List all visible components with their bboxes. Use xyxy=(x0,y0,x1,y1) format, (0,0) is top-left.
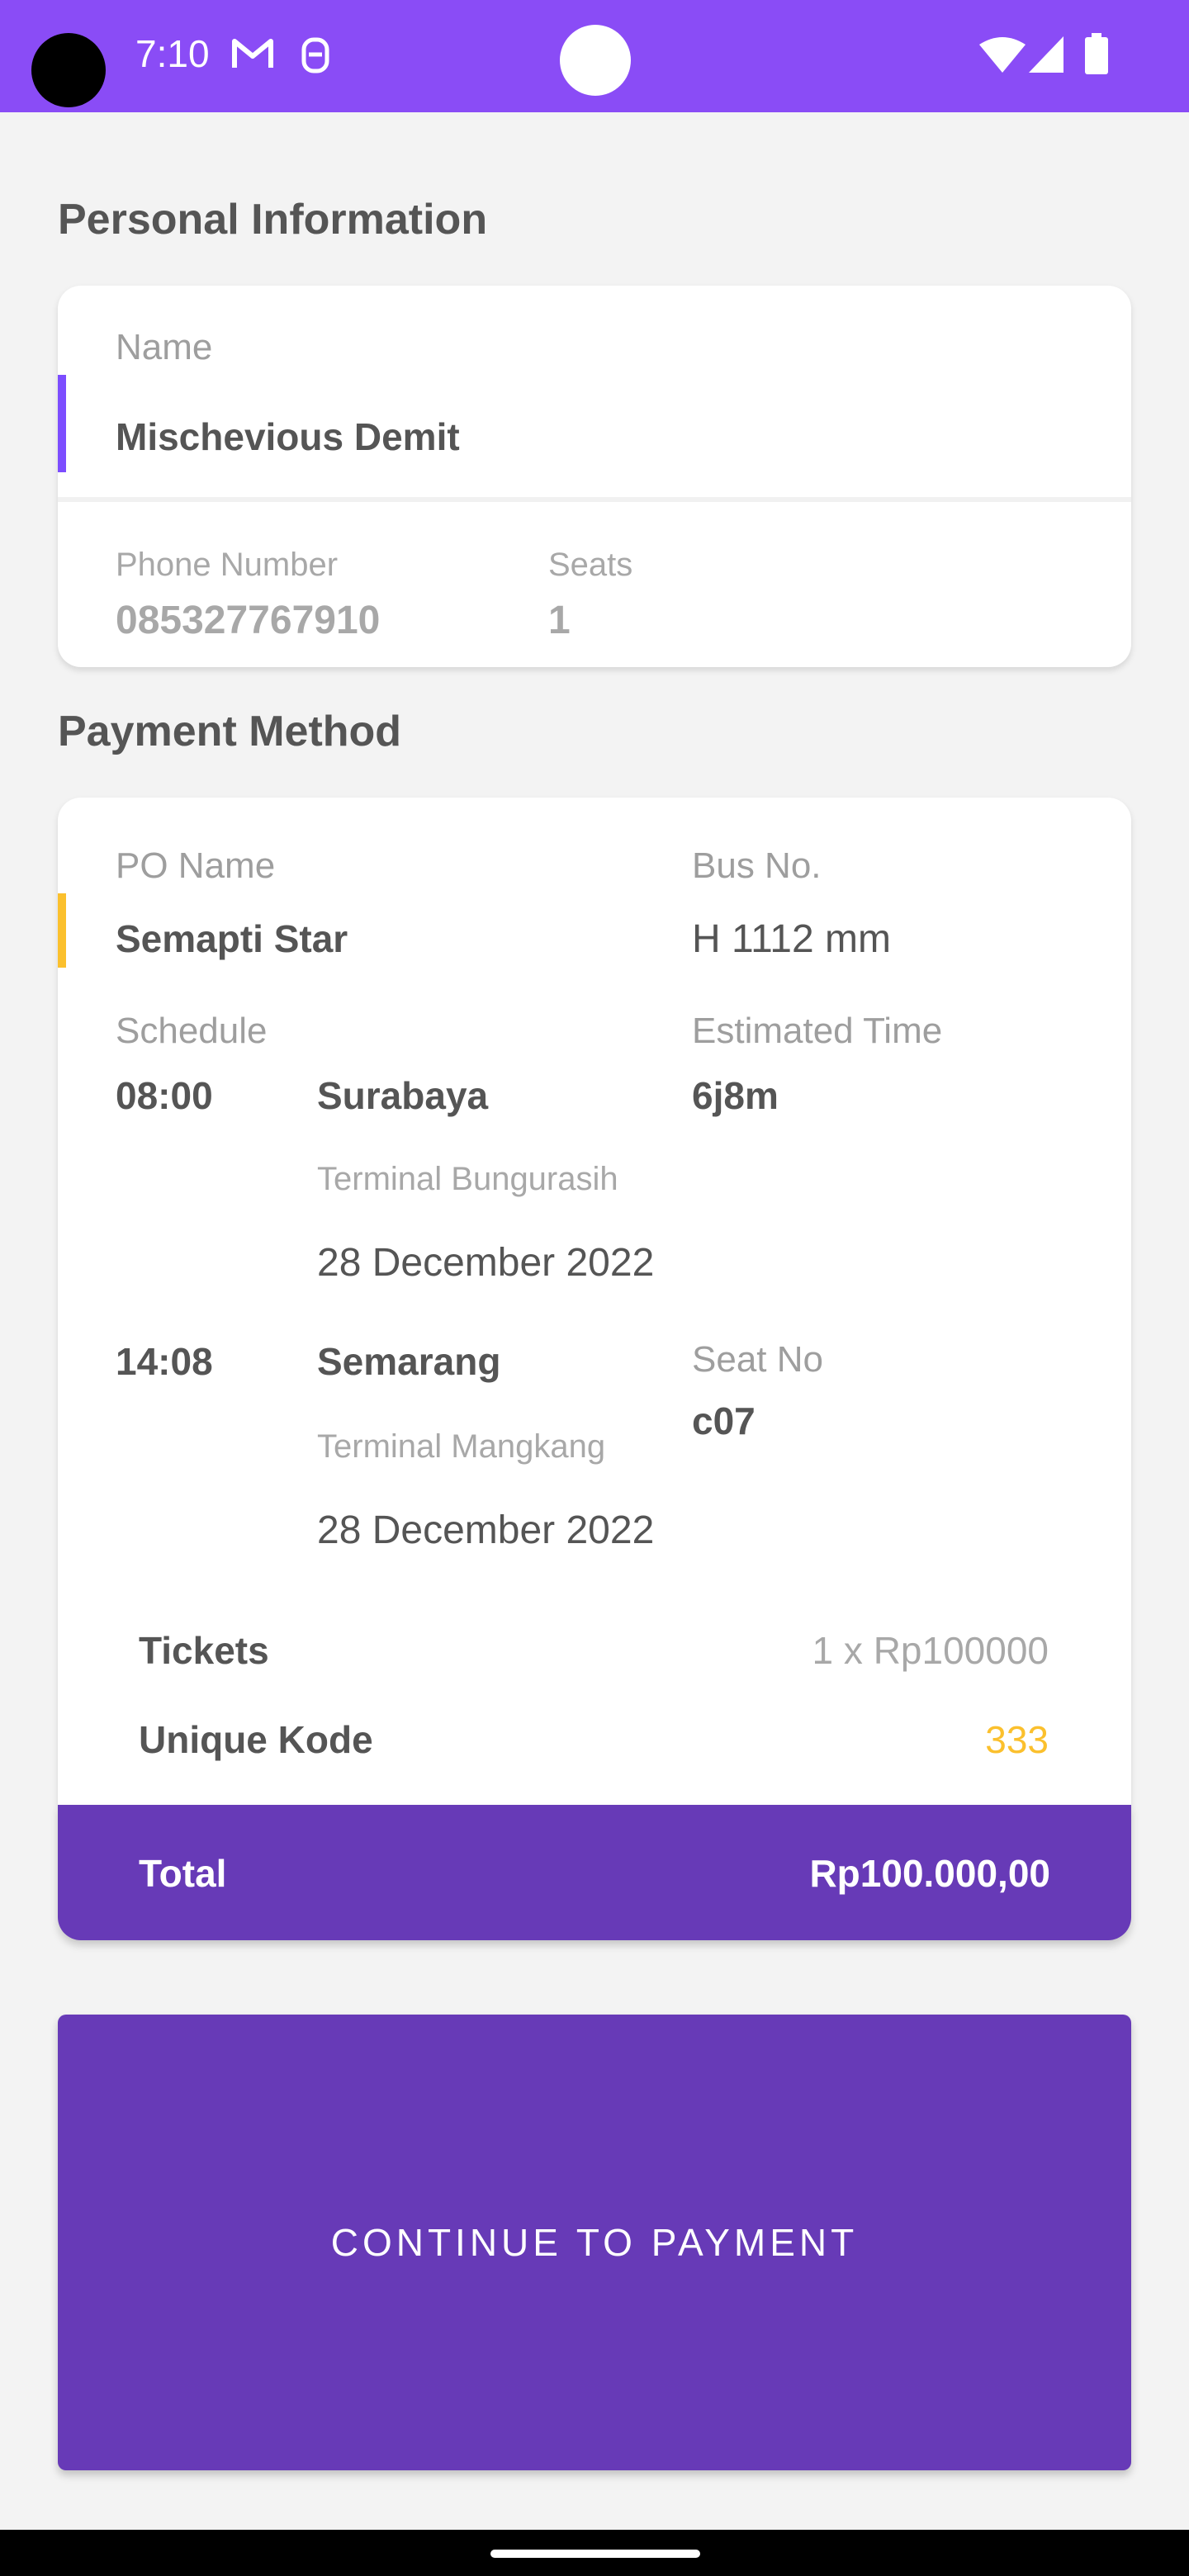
gmail-icon xyxy=(232,39,273,68)
home-gesture-handle[interactable] xyxy=(490,2550,700,2558)
personal-info-title: Personal Information xyxy=(58,196,488,244)
name-accent-bar xyxy=(58,375,66,472)
departure-city: Surabaya xyxy=(317,1074,489,1117)
battery-icon xyxy=(1085,33,1108,74)
po-name-label: PO Name xyxy=(116,845,276,886)
bus-no-value: H 1112 mm xyxy=(692,917,891,961)
arrival-terminal: Terminal Mangkang xyxy=(317,1428,606,1465)
departure-date: 28 December 2022 xyxy=(317,1241,655,1285)
bus-no-label: Bus No. xyxy=(692,845,822,886)
arrival-date: 28 December 2022 xyxy=(317,1508,655,1552)
notification-icon xyxy=(301,37,329,73)
continue-to-payment-button[interactable]: CONTINUE TO PAYMENT xyxy=(58,2015,1131,2470)
signal-icon xyxy=(1029,36,1063,73)
total-label: Total xyxy=(139,1852,227,1895)
seats-label: Seats xyxy=(548,547,633,583)
po-name-value: Semapti Star xyxy=(116,917,348,960)
arrival-city: Semarang xyxy=(317,1340,501,1383)
unique-code-label: Unique Kode xyxy=(139,1718,373,1761)
status-time: 7:10 xyxy=(135,32,210,75)
estimated-time-value: 6j8m xyxy=(692,1074,779,1117)
total-bar: Total Rp100.000,00 xyxy=(58,1805,1131,1940)
arrival-time: 14:08 xyxy=(116,1340,213,1383)
wifi-icon xyxy=(979,37,1026,73)
po-accent-bar xyxy=(58,893,66,968)
tickets-value: 1 x Rp100000 xyxy=(812,1629,1049,1672)
name-value: Mischevious Demit xyxy=(116,415,460,458)
departure-terminal: Terminal Bungurasih xyxy=(317,1161,618,1197)
personal-info-card: Name Mischevious Demit Phone Number 0853… xyxy=(58,286,1131,667)
continue-to-payment-label: CONTINUE TO PAYMENT xyxy=(330,2221,859,2264)
camera-dot xyxy=(560,25,631,96)
departure-time: 08:00 xyxy=(116,1074,213,1117)
seats-value: 1 xyxy=(548,599,571,642)
card-divider xyxy=(58,497,1131,502)
phone-value: 085327767910 xyxy=(116,599,381,642)
status-bar: 7:10 xyxy=(0,0,1189,112)
seat-no-value: c07 xyxy=(692,1399,756,1442)
unique-code-value: 333 xyxy=(985,1718,1049,1761)
camera-cutout xyxy=(31,33,106,107)
payment-method-title: Payment Method xyxy=(58,708,402,755)
navigation-bar xyxy=(0,2530,1189,2576)
estimated-time-label: Estimated Time xyxy=(692,1011,943,1051)
phone-label: Phone Number xyxy=(116,547,339,583)
total-value: Rp100.000,00 xyxy=(809,1852,1050,1895)
seat-no-label: Seat No xyxy=(692,1339,823,1380)
schedule-label: Schedule xyxy=(116,1011,268,1051)
name-label: Name xyxy=(116,327,213,367)
tickets-label: Tickets xyxy=(139,1629,269,1672)
